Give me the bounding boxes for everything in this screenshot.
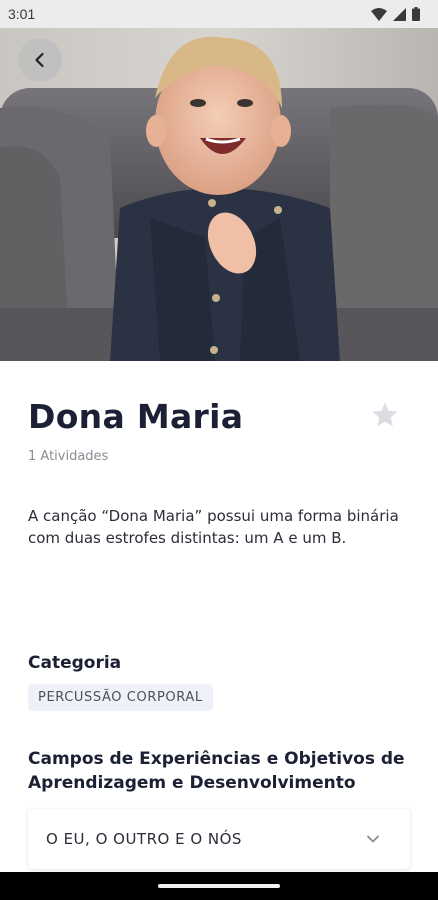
star-icon: [372, 402, 398, 427]
system-nav-bar: [0, 872, 438, 900]
favorite-button[interactable]: [369, 399, 401, 431]
fields-selected-value: O EU, O OUTRO E O NÓS: [46, 830, 242, 848]
category-chip: PERCUSSÃO CORPORAL: [28, 684, 213, 711]
battery-icon: [412, 7, 420, 21]
activities-count: 1 Atividades: [28, 449, 109, 464]
home-handle[interactable]: [158, 884, 280, 888]
back-button[interactable]: [18, 38, 62, 82]
fields-heading: Campos de Experiências e Objetivos de Ap…: [28, 749, 405, 793]
song-title: Dona Maria: [28, 397, 244, 436]
hero-image: [0, 28, 438, 361]
fields-dropdown[interactable]: O EU, O OUTRO E O NÓS: [28, 809, 410, 869]
wifi-icon: [371, 7, 387, 21]
signal-icon: [393, 7, 406, 21]
category-heading: Categoria: [28, 653, 122, 673]
status-icons: [371, 7, 420, 21]
chevron-left-icon: [35, 52, 44, 68]
chevron-down-icon: [367, 835, 379, 843]
status-bar: 3:01: [0, 0, 438, 28]
status-time: 3:01: [8, 6, 36, 22]
song-description: A canção “Dona Maria” possui uma forma b…: [28, 507, 399, 547]
baby-photo: [0, 28, 438, 361]
